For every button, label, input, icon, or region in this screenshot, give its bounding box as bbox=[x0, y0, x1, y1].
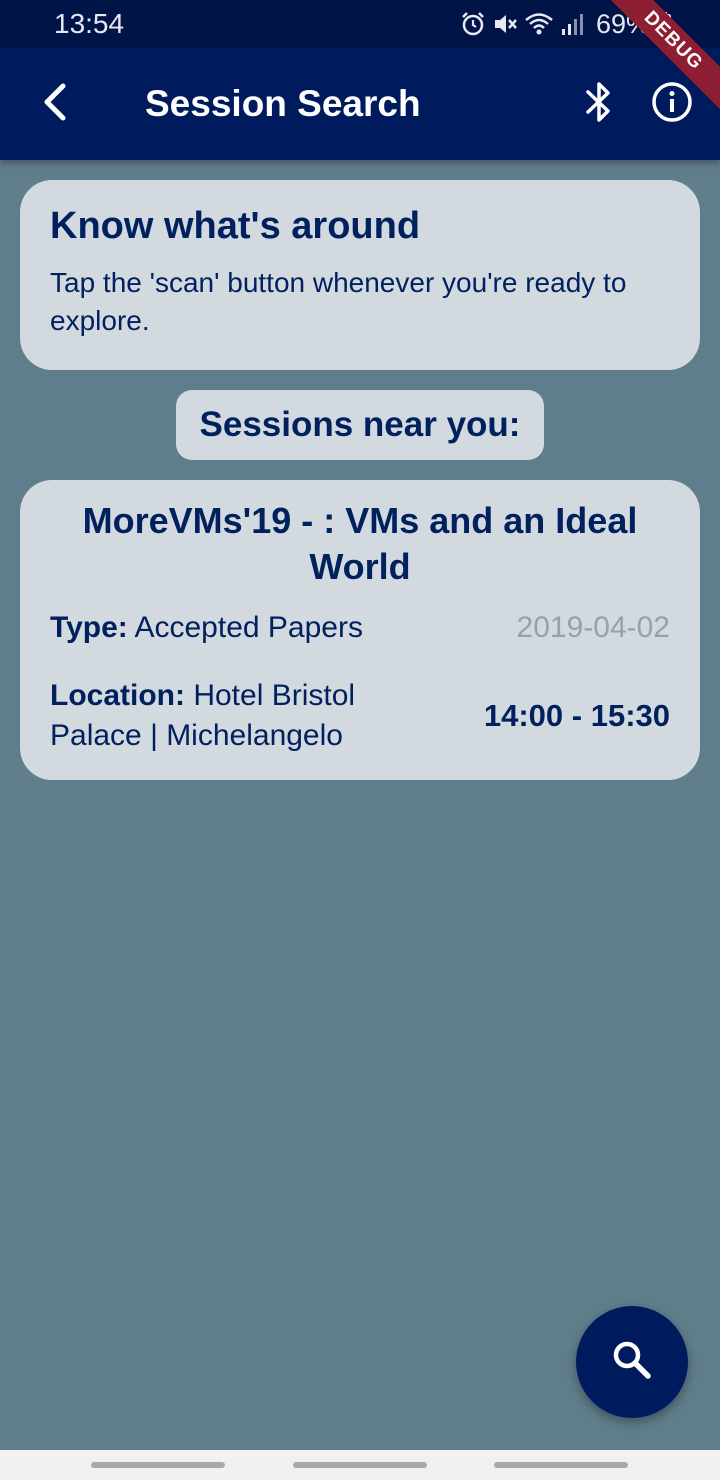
session-type-label: Type: bbox=[50, 611, 128, 644]
bluetooth-button[interactable] bbox=[570, 72, 628, 136]
session-location-label: Location: bbox=[50, 679, 185, 712]
sessions-heading: Sessions near you: bbox=[176, 390, 544, 460]
back-button[interactable] bbox=[24, 72, 88, 136]
intro-title: Know what's around bbox=[50, 205, 421, 247]
session-title: MoreVMs'19 - : VMs and an Ideal World bbox=[82, 500, 638, 587]
session-type-value: Accepted Papers bbox=[127, 611, 363, 644]
intro-card: Know what's around Tap the 'scan' button… bbox=[20, 180, 700, 370]
status-bar: 13:54 69% bbox=[0, 0, 720, 48]
mute-icon bbox=[492, 11, 518, 37]
wifi-icon bbox=[524, 11, 554, 37]
search-icon bbox=[610, 1338, 654, 1387]
session-type: Type: Accepted Papers bbox=[50, 608, 363, 648]
app-bar: Session Search bbox=[0, 48, 720, 160]
session-time: 14:00 - 15:30 bbox=[483, 698, 670, 733]
signal-icon bbox=[560, 11, 584, 37]
nav-back-button[interactable] bbox=[494, 1462, 628, 1468]
nav-home-button[interactable] bbox=[293, 1462, 427, 1468]
session-card[interactable]: MoreVMs'19 - : VMs and an Ideal World Ty… bbox=[20, 480, 700, 780]
alarm-icon bbox=[460, 11, 486, 37]
page-title: Session Search bbox=[145, 83, 421, 124]
system-nav-bar bbox=[0, 1450, 720, 1480]
intro-text: Tap the 'scan' button whenever you're re… bbox=[50, 267, 627, 336]
session-date: 2019-04-02 bbox=[516, 611, 670, 644]
back-arrow-icon bbox=[39, 82, 73, 127]
nav-recents-button[interactable] bbox=[91, 1462, 225, 1468]
session-location: Location: Hotel Bristol Palace | Michela… bbox=[50, 676, 430, 756]
status-time: 13:54 bbox=[54, 8, 125, 39]
bluetooth-icon bbox=[584, 80, 614, 129]
info-icon bbox=[651, 81, 693, 128]
scan-button[interactable] bbox=[576, 1306, 688, 1418]
